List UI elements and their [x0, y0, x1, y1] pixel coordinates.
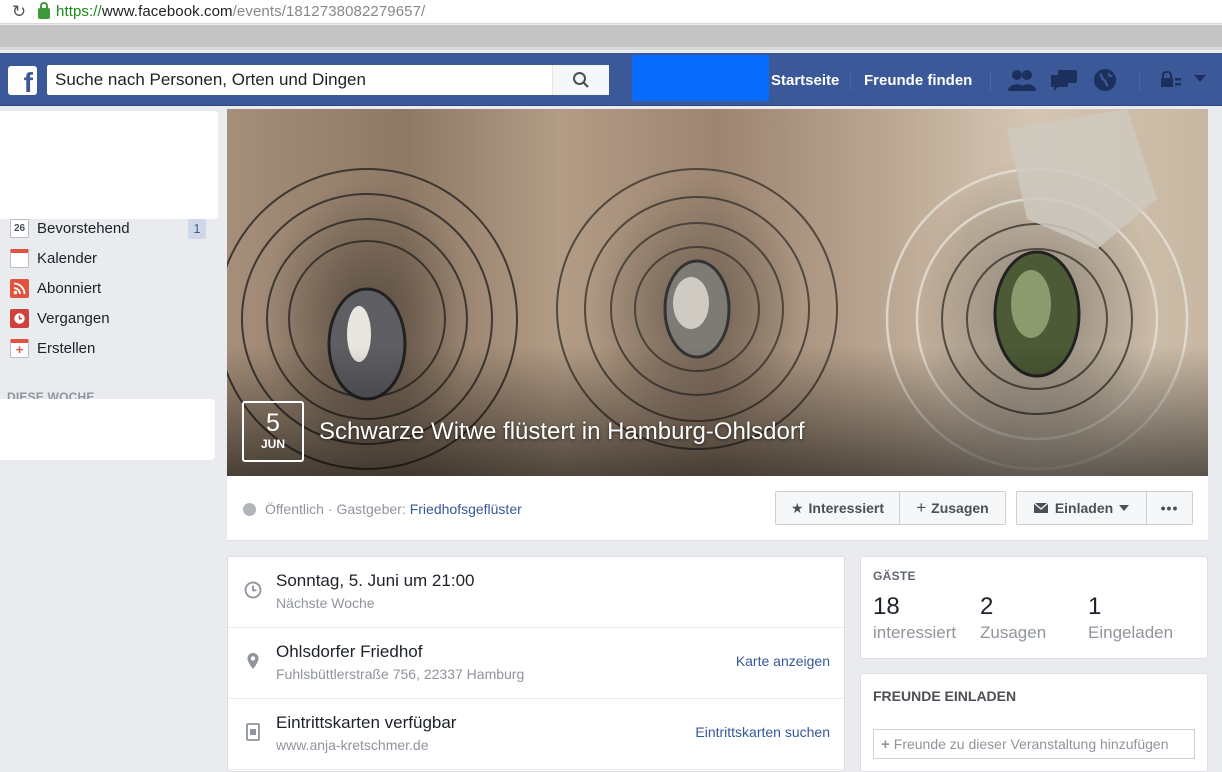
nav-find-friends-link[interactable]: Freunde finden — [864, 72, 972, 89]
rss-icon — [10, 278, 29, 298]
chevron-down-icon — [1119, 505, 1130, 511]
sidebar-redacted-block — [0, 111, 218, 219]
browser-address-bar: ↻ https://www.facebook.com/events/181273… — [0, 0, 1222, 24]
envelope-icon — [1033, 503, 1048, 513]
guests-header: GÄSTE — [873, 569, 916, 583]
guests-card: GÄSTE 18 interessiert 2 Zusagen 1 Eingel… — [860, 556, 1208, 659]
guests-stat-invited[interactable]: 1 Eingeladen — [1088, 593, 1173, 643]
host-link[interactable]: Friedhofsgeflüster — [410, 501, 522, 517]
event-action-bar: Öffentlich · Gastgeber: Friedhofsgeflüst… — [227, 476, 1208, 541]
interested-button[interactable]: ★ Interessiert — [775, 491, 900, 525]
sidebar-item-calendar[interactable]: Kalender — [10, 246, 97, 270]
location-address: Fuhlsbüttlerstraße 756, 22337 Hamburg — [276, 666, 525, 682]
account-menu-chevron-down-icon[interactable] — [1192, 73, 1208, 85]
tickets-title: Eintrittskarten verfügbar — [276, 713, 457, 732]
search-icon — [573, 72, 589, 88]
event-date-badge: 5 JUN — [242, 401, 304, 462]
cover-gradient — [227, 346, 1208, 476]
nav-home-link[interactable]: Startseite — [771, 72, 839, 89]
calendar-26-icon: 26 — [10, 218, 29, 238]
location-name[interactable]: Ohlsdorfer Friedhof — [276, 642, 422, 662]
friend-requests-icon[interactable] — [1007, 67, 1037, 93]
event-relative-time: Nächste Woche — [276, 595, 375, 611]
plus-icon: + — [881, 735, 890, 753]
event-details-card: Sonntag, 5. Juni um 21:00 Nächste Woche … — [227, 556, 845, 772]
clock-icon — [10, 308, 29, 328]
invite-friends-placeholder: Freunde zu dieser Veranstaltung hinzufüg… — [893, 736, 1169, 752]
plus-icon: + — [916, 498, 927, 517]
create-event-icon: + — [10, 338, 29, 358]
tickets-website[interactable]: www.anja-kretschmer.de — [276, 737, 429, 753]
event-datetime: Sonntag, 5. Juni um 21:00 — [276, 571, 475, 590]
going-button[interactable]: + Zusagen — [899, 491, 1006, 525]
count-badge: 1 — [188, 219, 206, 239]
browser-toolbar-gap — [0, 25, 1222, 50]
sidebar-item-subscribed[interactable]: Abonniert — [10, 276, 101, 300]
clock-icon — [244, 581, 262, 599]
event-day: 5 — [266, 409, 280, 437]
details-row-location: Ohlsdorfer Friedhof Fuhlsbüttlerstraße 7… — [228, 628, 844, 699]
sidebar-item-upcoming[interactable]: 26 Bevorstehend — [10, 216, 130, 240]
search-button[interactable] — [552, 65, 609, 95]
nav-divider — [850, 71, 851, 91]
reload-icon[interactable]: ↻ — [0, 2, 38, 22]
nav-divider — [990, 71, 991, 91]
event-title: Schwarze Witwe flüstert in Hamburg-Ohlsd… — [319, 418, 805, 445]
invite-friends-card: FREUNDE EINLADEN + Freunde zu dieser Ver… — [860, 673, 1208, 772]
more-options-button[interactable]: ••• — [1146, 491, 1193, 525]
invite-friends-input[interactable]: + Freunde zu dieser Veranstaltung hinzuf… — [873, 729, 1195, 759]
host-label: · Gastgeber: — [327, 501, 406, 517]
sidebar-redacted-block — [0, 399, 215, 460]
event-cover-photo[interactable]: 5 JUN Schwarze Witwe flüstert in Hamburg… — [227, 109, 1208, 476]
invite-button[interactable]: Einladen — [1016, 491, 1147, 525]
invite-friends-header: FREUNDE EINLADEN — [873, 688, 1017, 704]
messages-icon[interactable] — [1049, 67, 1079, 93]
show-map-link[interactable]: Karte anzeigen — [736, 653, 830, 669]
privacy-label: Öffentlich — [265, 501, 324, 517]
sidebar-item-create[interactable]: + Erstellen — [10, 336, 95, 360]
lock-icon — [38, 2, 50, 19]
privacy-shortcuts-icon[interactable] — [1158, 67, 1184, 93]
sidebar-item-label: Erstellen — [37, 339, 96, 357]
map-pin-icon — [247, 653, 259, 669]
calendar-grid-icon — [10, 248, 29, 268]
profile-link[interactable] — [632, 55, 769, 101]
search-box — [47, 65, 609, 95]
details-row-datetime[interactable]: Sonntag, 5. Juni um 21:00 Nächste Woche — [228, 557, 844, 628]
sidebar-item-past[interactable]: Vergangen — [10, 306, 110, 330]
facebook-logo-icon[interactable]: f — [8, 66, 37, 95]
ticket-icon — [246, 723, 260, 741]
search-input[interactable] — [47, 65, 552, 95]
sidebar-item-label: Abonniert — [37, 279, 102, 297]
facebook-top-bar: f Startseite Freunde finden — [0, 53, 1222, 106]
sidebar-item-label: Vergangen — [37, 309, 110, 327]
notifications-globe-icon[interactable] — [1092, 67, 1118, 93]
find-tickets-link[interactable]: Eintrittskarten suchen — [695, 724, 830, 740]
sidebar-section-header: DIESE WOCHE — [7, 390, 95, 399]
sidebar-item-label: Kalender — [37, 249, 98, 267]
guests-stat-going[interactable]: 2 Zusagen — [980, 593, 1046, 643]
globe-icon — [243, 502, 256, 516]
star-icon: ★ — [790, 499, 804, 516]
nav-divider — [1139, 71, 1140, 91]
event-meta: Öffentlich · Gastgeber: Friedhofsgeflüst… — [243, 501, 522, 517]
event-month: JUN — [260, 437, 285, 451]
address-url[interactable]: https://www.facebook.com/events/18127380… — [56, 3, 425, 20]
details-row-tickets: Eintrittskarten verfügbar www.anja-krets… — [228, 699, 844, 770]
sidebar-item-label: Bevorstehend — [37, 219, 130, 237]
guests-stat-interested[interactable]: 18 interessiert — [873, 593, 956, 643]
